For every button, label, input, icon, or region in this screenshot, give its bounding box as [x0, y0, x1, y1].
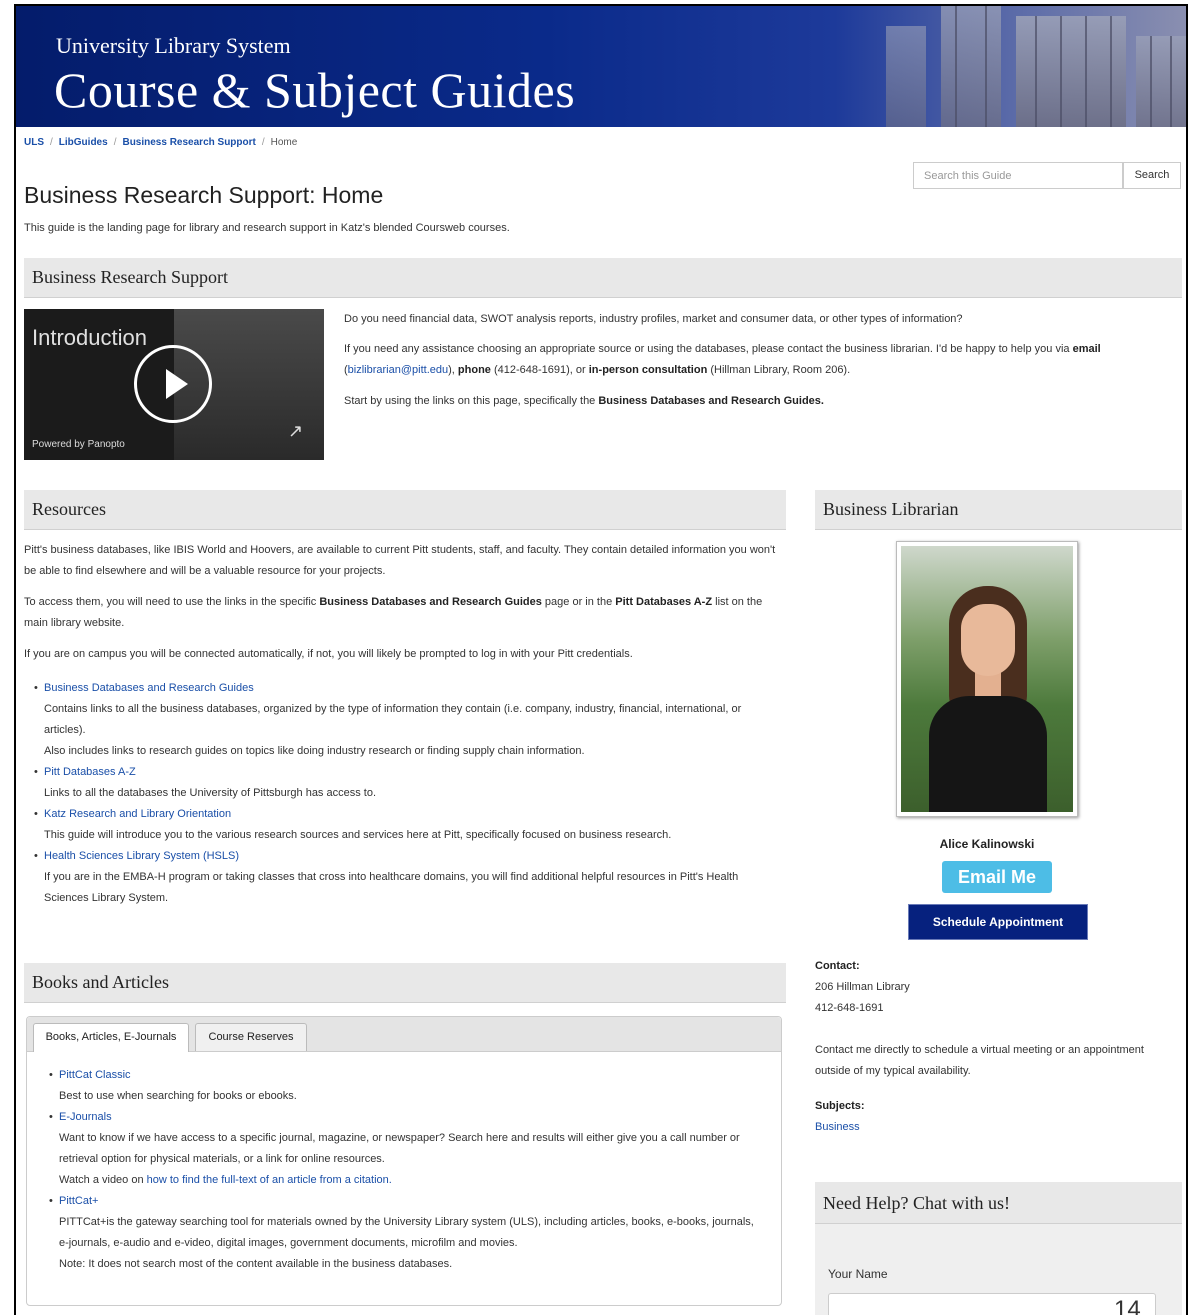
resources-paragraph-3: If you are on campus you will be connect… — [24, 648, 633, 660]
librarian-subjects: Subjects: Business — [815, 1100, 865, 1133]
section-header-chat: Need Help? Chat with us! — [815, 1182, 1182, 1224]
email-me-button[interactable]: Email Me — [942, 861, 1052, 893]
breadcrumb-guide[interactable]: Business Research Support — [122, 137, 255, 148]
resources-paragraph-1: Pitt's business databases, like IBIS Wor… — [24, 544, 776, 577]
slide-number: 14 — [1114, 1296, 1141, 1315]
section-header-business-research-support: Business Research Support — [24, 258, 1182, 298]
librarian-name: Alice Kalinowski — [939, 837, 1035, 851]
section-header-resources: Resources — [24, 490, 786, 530]
list-item: PittCat+ PITTCat+is the gateway searchin… — [39, 1191, 769, 1275]
play-icon[interactable] — [134, 345, 212, 423]
librarian-contact: Contact: 206 Hillman Library 412-648-1691 — [815, 960, 910, 1014]
breadcrumb-uls[interactable]: ULS — [24, 137, 44, 148]
video-title: Introduction — [32, 325, 147, 350]
tab-course-reserves[interactable]: Course Reserves — [195, 1023, 307, 1051]
librarian-photo — [896, 541, 1078, 817]
link-hsls[interactable]: Health Sciences Library System (HSLS) — [44, 850, 239, 862]
video-powered-by: Powered by Panopto — [32, 439, 125, 450]
link-ejournals[interactable]: E-Journals — [59, 1111, 112, 1123]
banner-subtitle: University Library System — [56, 33, 291, 58]
tab-bar: Books, Articles, E-Journals Course Reser… — [27, 1017, 781, 1052]
schedule-appointment-button[interactable]: Schedule Appointment — [908, 904, 1088, 940]
section-header-books-articles: Books and Articles — [24, 963, 786, 1003]
intro-paragraph-2: If you need any assistance choosing an a… — [344, 343, 1101, 376]
intro-paragraph-1: Do you need financial data, SWOT analysi… — [344, 313, 963, 325]
page-frame: University Library System Course & Subje… — [14, 4, 1188, 1315]
link-katz-orientation[interactable]: Katz Research and Library Orientation — [44, 808, 231, 820]
breadcrumb-separator: / — [261, 137, 265, 148]
breadcrumb-separator: / — [50, 137, 53, 148]
link-pittcat-plus[interactable]: PittCat+ — [59, 1195, 98, 1207]
breadcrumb-current: Home — [270, 137, 298, 148]
link-fulltext-video[interactable]: how to find the full-text of an article … — [147, 1174, 392, 1186]
resources-list: Business Databases and Research Guides C… — [24, 678, 784, 909]
intro-video-player[interactable]: Introduction Powered by Panopto ↗ — [24, 309, 324, 460]
link-pitt-databases-az[interactable]: Pitt Databases A-Z — [44, 766, 136, 778]
cathedral-image — [886, 6, 1186, 127]
tab-books-articles-ejournals[interactable]: Books, Articles, E-Journals — [33, 1023, 189, 1052]
list-item: Katz Research and Library Orientation Th… — [24, 804, 784, 846]
guide-search-button[interactable]: Search — [1123, 162, 1181, 189]
books-list: PittCat Classic Best to use when searchi… — [39, 1065, 769, 1275]
list-item: E-Journals Want to know if we have acces… — [39, 1107, 769, 1191]
breadcrumb-libguides[interactable]: LibGuides — [59, 137, 108, 148]
avatar — [901, 546, 1073, 812]
guide-search-input[interactable]: Search this Guide — [913, 162, 1123, 189]
link-pittcat-classic[interactable]: PittCat Classic — [59, 1069, 131, 1081]
section-header-business-librarian: Business Librarian — [815, 490, 1182, 530]
site-banner[interactable]: University Library System Course & Subje… — [16, 6, 1186, 127]
list-item: PittCat Classic Best to use when searchi… — [39, 1065, 769, 1107]
subject-link-business[interactable]: Business — [815, 1121, 860, 1133]
intro-paragraph-3: Start by using the links on this page, s… — [344, 395, 824, 407]
page-title: Business Research Support: Home — [24, 182, 384, 208]
list-item: Health Sciences Library System (HSLS) If… — [24, 846, 784, 909]
books-tab-panel: Books, Articles, E-Journals Course Reser… — [26, 1016, 782, 1306]
breadcrumb-separator: / — [113, 137, 117, 148]
banner-title: Course & Subject Guides — [54, 62, 576, 118]
resources-paragraph-2: To access them, you will need to use the… — [24, 596, 763, 629]
list-item: Pitt Databases A-Z Links to all the data… — [24, 762, 784, 804]
librarian-note: Contact me directly to schedule a virtua… — [815, 1044, 1144, 1077]
link-business-databases[interactable]: Business Databases and Research Guides — [44, 682, 254, 694]
chat-name-input[interactable] — [828, 1293, 1156, 1315]
expand-icon[interactable]: ↗ — [288, 421, 303, 442]
page-description: This guide is the landing page for libra… — [24, 222, 510, 234]
chat-name-label: Your Name — [828, 1267, 888, 1281]
breadcrumb: ULS / LibGuides / Business Research Support /… — [24, 137, 297, 148]
list-item: Business Databases and Research Guides C… — [24, 678, 784, 762]
email-link[interactable]: bizlibrarian@pitt.edu — [348, 364, 448, 376]
